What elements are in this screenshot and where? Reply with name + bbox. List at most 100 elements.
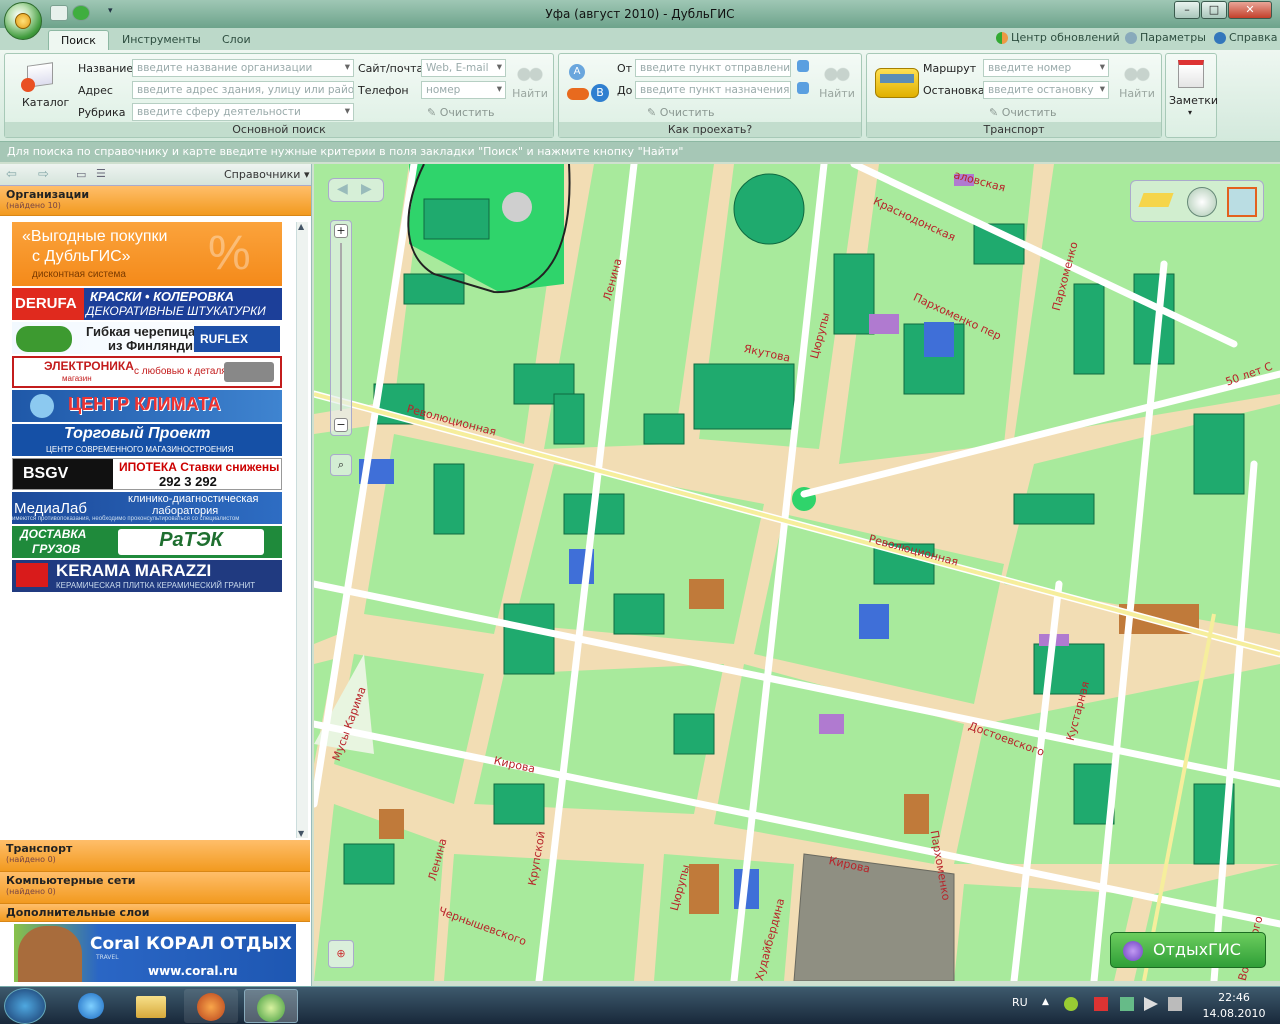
section-networks[interactable]: Компьютерные сети (найдено 0) (0, 872, 310, 904)
frog-icon (16, 326, 72, 352)
tab-layers[interactable]: Слои (210, 30, 263, 50)
forward-arrow-icon[interactable]: ▶ (361, 181, 372, 197)
from-pick-icon[interactable] (797, 60, 809, 72)
site-input[interactable]: Web, E-mail (421, 59, 506, 77)
ad-banner[interactable]: KERAMA MARAZZI КЕРАМИЧЕСКАЯ ПЛИТКА КЕРАМ… (12, 560, 282, 592)
updates-icon (996, 31, 1008, 44)
language-indicator[interactable]: RU (1012, 996, 1028, 1009)
app-menu-button[interactable] (4, 2, 42, 40)
back-arrow-icon[interactable]: ⇦ (6, 167, 17, 182)
search-clear-button[interactable]: ✎ Очистить (427, 106, 495, 119)
tab-tools[interactable]: Инструменты (110, 30, 213, 50)
tray-expand-icon[interactable]: ▲ (1042, 997, 1049, 1007)
3d-view-icon[interactable] (1227, 187, 1257, 217)
explorer-taskbar-icon[interactable] (124, 989, 178, 1023)
forward-arrow-icon[interactable]: ⇨ (38, 167, 49, 182)
monitor-icon[interactable] (1168, 997, 1182, 1011)
notes-button[interactable]: Заметки ▾ (1165, 53, 1218, 138)
maximize-button[interactable]: □ (1201, 1, 1227, 19)
transport-find-button[interactable]: Найти (1117, 60, 1157, 100)
close-button[interactable]: ✕ (1228, 1, 1272, 19)
address-label: Адрес (78, 84, 113, 97)
ruler-icon[interactable] (1138, 193, 1174, 207)
kerama-logo-icon (16, 563, 48, 587)
section-extra-layers[interactable]: Дополнительные слои (0, 904, 310, 922)
otdyhgis-icon (1123, 941, 1143, 961)
coral-ad-banner[interactable]: Coral TRAVEL КОРАЛ ОТДЫХ www.coral.ru (14, 924, 296, 982)
settings-link[interactable]: Параметры (1125, 31, 1206, 44)
ad-banner[interactable]: МедиаЛаб клинико-диагностическая лаборат… (12, 492, 282, 524)
location-target-icon[interactable]: ⊕ (328, 940, 354, 968)
zoom-in-button[interactable]: + (334, 224, 348, 238)
route-number-input[interactable]: введите номер (983, 59, 1109, 77)
taskbar: RU ▲ 22:46 14.08.2010 (0, 986, 1280, 1024)
phone-input[interactable]: номер (421, 81, 506, 99)
map-history-arrows[interactable]: ◀ ▶ (328, 178, 384, 202)
title-bar: Уфа (август 2010) - ДубльГИС ▾ – □ ✕ (0, 0, 1280, 28)
route-caption: Как проехать? (559, 122, 861, 137)
ad-banner[interactable]: «Выгодные покупки с ДубльГИС» дисконтная… (12, 222, 282, 286)
compass-icon[interactable] (1187, 187, 1217, 217)
address-input[interactable]: введите адрес здания, улицу или район (132, 81, 354, 99)
binoculars-icon (1122, 60, 1152, 84)
clock-time[interactable]: 22:46 (1190, 991, 1278, 1004)
binoculars-icon (822, 60, 852, 84)
updates-link[interactable]: Центр обновлений (996, 31, 1120, 44)
tray-network-icon[interactable] (1120, 997, 1134, 1011)
tab-search[interactable]: Поиск (48, 30, 109, 50)
refresh-icon[interactable] (72, 5, 90, 21)
directories-dropdown[interactable]: Справочники ▾ (224, 168, 309, 181)
city-map[interactable]: Революционная Революционная Ленина Ленин… (314, 164, 1280, 981)
section-transport[interactable]: Транспорт (найдено 0) (0, 840, 310, 872)
tray-security-icon[interactable] (1094, 997, 1108, 1011)
scroll-up-icon[interactable]: ▲ (298, 222, 304, 231)
ribbon-tabs: Поиск Инструменты Слои Центр обновлений … (0, 28, 1280, 50)
from-input[interactable]: введите пункт отправления (635, 59, 791, 77)
back-arrow-icon[interactable]: ◀ (337, 181, 348, 197)
route-group: A B От введите пункт отправления До введ… (558, 53, 862, 138)
ad-banner[interactable]: DERUFA КРАСКИ • КОЛЕРОВКА ДЕКОРАТИВНЫЕ Ш… (12, 288, 282, 320)
ad-banner[interactable]: ДОСТАВКА ГРУЗОВ РаТЭК (12, 526, 282, 558)
rubric-input[interactable]: введите сферу деятельности (132, 103, 354, 121)
ad-banner[interactable]: ЦЕНТР КЛИМАТА (12, 390, 282, 422)
search-find-button[interactable]: Найти (510, 60, 550, 100)
print-icon[interactable] (50, 5, 68, 21)
list-view-icon[interactable]: ☰ (96, 167, 106, 180)
magnifier-icon[interactable]: ⌕ (330, 454, 352, 476)
section-count: (найдено 0) (6, 855, 56, 864)
otdyhgis-button[interactable]: ОтдыхГИС (1110, 932, 1266, 968)
ie-taskbar-icon[interactable] (64, 989, 118, 1023)
help-link[interactable]: Справка (1214, 31, 1277, 44)
start-button[interactable] (4, 988, 46, 1024)
zoom-out-button[interactable]: − (334, 418, 348, 432)
sidebar-scrollbar[interactable]: ▲ ▼ (296, 222, 308, 838)
binoculars-icon (515, 60, 545, 84)
transport-clear-button[interactable]: ✎ Очистить (989, 106, 1057, 119)
ad-banner[interactable]: ЭЛЕКТРОНИКА магазин с любовью к деталям (12, 356, 282, 388)
name-input[interactable]: введите название организации (132, 59, 354, 77)
tray-app-icon[interactable] (1064, 997, 1078, 1011)
minimize-button[interactable]: – (1174, 1, 1200, 19)
firefox-taskbar-icon[interactable] (184, 989, 238, 1023)
qat-dropdown-icon[interactable]: ▾ (108, 6, 113, 16)
ad-banner[interactable]: Гибкая черепица из Финляндии RUFLEX (12, 322, 282, 354)
zoom-slider[interactable]: + − (330, 220, 352, 436)
to-pick-icon[interactable] (797, 82, 809, 94)
dublgis-taskbar-icon[interactable] (244, 989, 298, 1023)
flag-icon[interactable] (1144, 997, 1158, 1011)
stop-label: Остановка (923, 84, 985, 97)
stop-input[interactable]: введите остановку (983, 81, 1109, 99)
route-find-button[interactable]: Найти (817, 60, 857, 100)
map-canvas[interactable] (314, 164, 1280, 981)
notes-icon (1178, 60, 1204, 88)
catalog-label[interactable]: Каталог (22, 96, 69, 109)
section-organizations[interactable]: Организации (найдено 10) (0, 186, 311, 216)
print-list-icon[interactable]: ▭ (76, 168, 86, 181)
clock-date[interactable]: 14.08.2010 (1190, 1007, 1278, 1020)
ad-banner[interactable]: Торговый Проект ЦЕНТР СОВРЕМЕННОГО МАГАЗ… (12, 424, 282, 456)
to-input[interactable]: введите пункт назначения (635, 81, 791, 99)
ad-banner[interactable]: BSGV ИПОТЕКА Ставки снижены 292 3 292 (12, 458, 282, 490)
catalog-icon[interactable] (21, 60, 59, 96)
scroll-down-icon[interactable]: ▼ (298, 829, 304, 838)
route-clear-button[interactable]: ✎ Очистить (647, 106, 715, 119)
